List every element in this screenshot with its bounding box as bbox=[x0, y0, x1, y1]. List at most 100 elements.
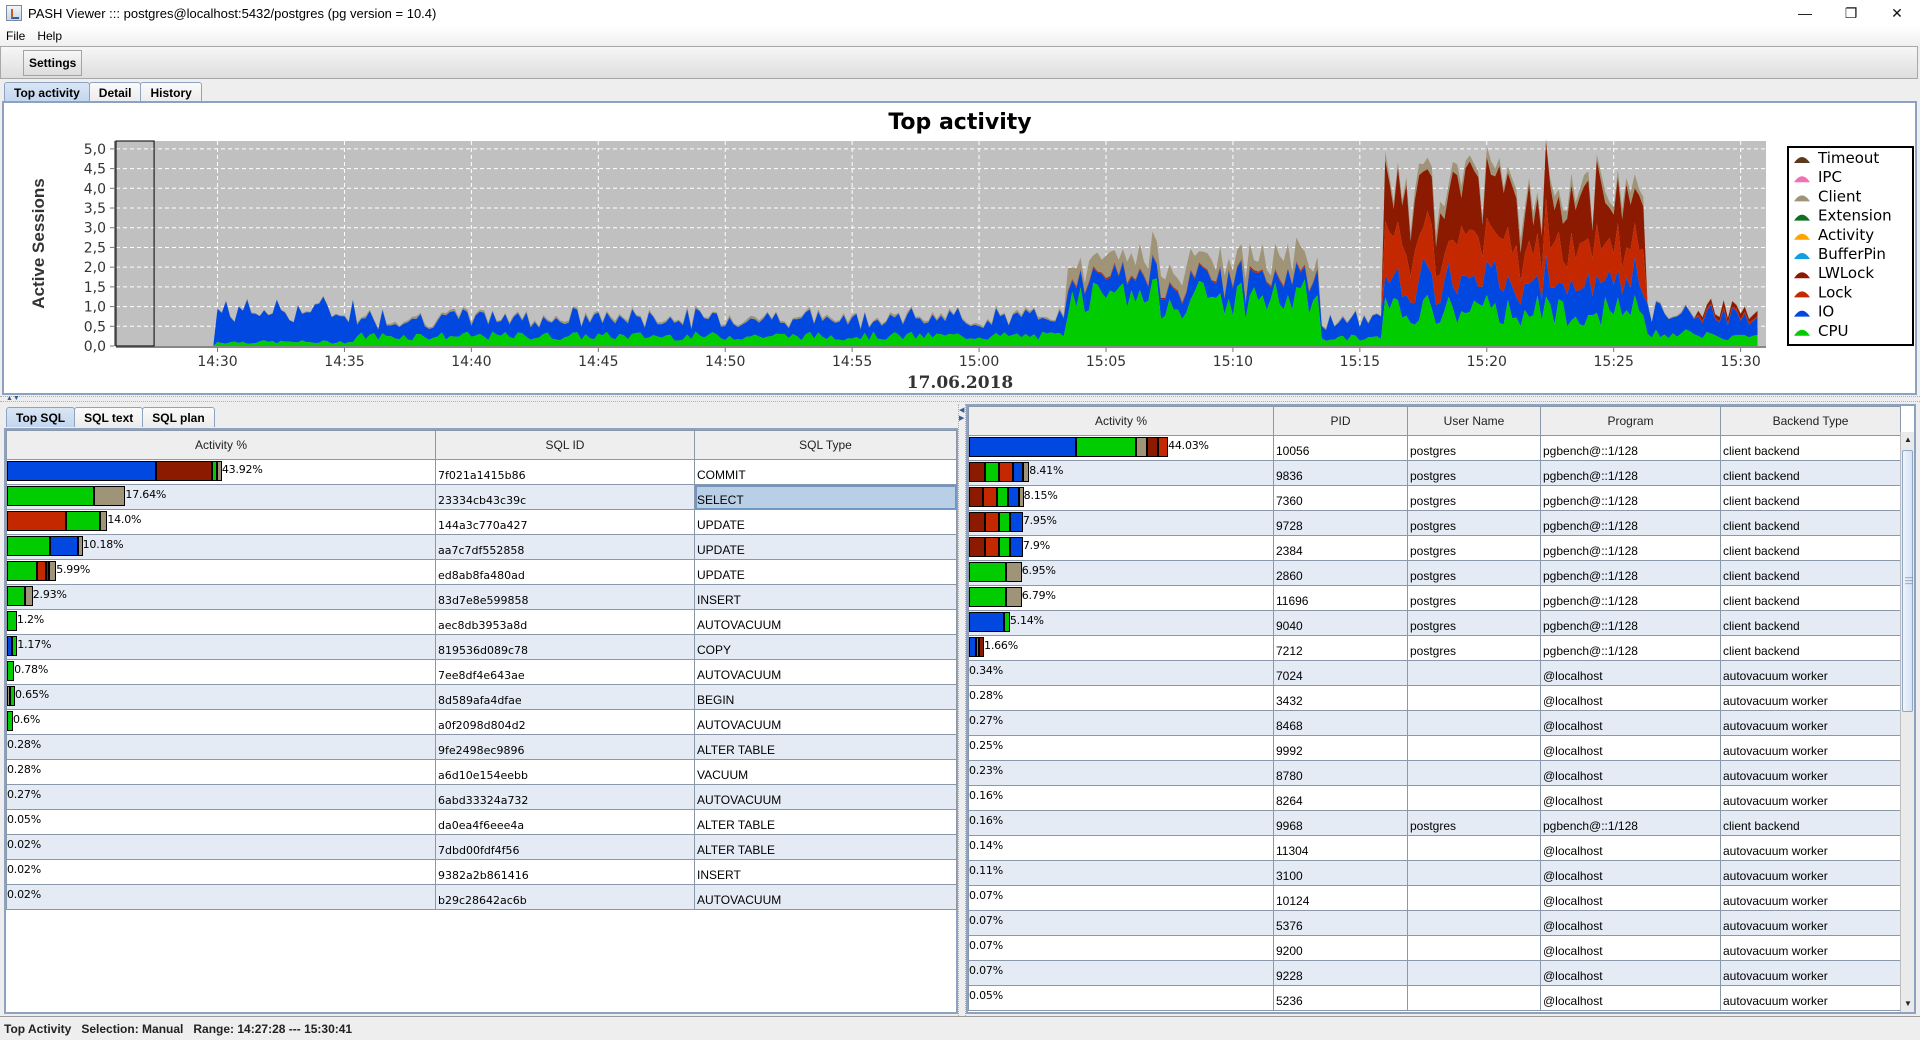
user-name-cell bbox=[1407, 710, 1541, 736]
bar-segment-io bbox=[8, 462, 157, 480]
table-row[interactable]: 0.07% 9200 @localhost autovacuum worker bbox=[968, 935, 1901, 961]
column-header-sql-type[interactable]: SQL Type bbox=[694, 430, 957, 460]
table-row[interactable]: 6.79% 11696 postgres pgbench@::1/128 client … bbox=[968, 585, 1901, 611]
menu-file[interactable]: File bbox=[6, 29, 25, 43]
table-row[interactable]: 5.14% 9040 postgres pgbench@::1/128 client b… bbox=[968, 610, 1901, 636]
table-row[interactable]: 10.18% aa7c7df552858 UPDATE bbox=[6, 534, 957, 560]
table-row[interactable]: 0.02% 9382a2b861416 INSERT bbox=[6, 859, 957, 885]
table-row[interactable]: 0.11% 3100 @localhost autovacuum worker bbox=[968, 860, 1901, 886]
x-tick-label: 14:30 bbox=[197, 354, 237, 370]
scroll-up-icon[interactable]: ▲ bbox=[1901, 432, 1915, 448]
y-axis-label: Active Sessions bbox=[29, 178, 48, 308]
table-row[interactable]: 0.05% 5236 @localhost autovacuum worker bbox=[968, 985, 1901, 1011]
scroll-down-icon[interactable]: ▼ bbox=[1901, 996, 1915, 1012]
pid-cell: 11696 bbox=[1273, 585, 1408, 611]
vsplit-arrows-icon[interactable]: ◀ ▶ bbox=[959, 407, 964, 423]
table-row[interactable]: 43.92% 7f021a1415b86 COMMIT bbox=[6, 459, 957, 485]
tab-sql-plan[interactable]: SQL plan bbox=[142, 407, 215, 427]
legend-label-lock: Lock bbox=[1818, 283, 1853, 301]
maximize-button[interactable]: ❐ bbox=[1828, 0, 1874, 26]
table-row[interactable]: 7.9% 2384 postgres pgbench@::1/128 client ba… bbox=[968, 535, 1901, 561]
table-row[interactable]: 0.16% 9968 postgres pgbench@::1/128 client b… bbox=[968, 810, 1901, 836]
activity-cell: 0.78% bbox=[6, 659, 436, 685]
table-row[interactable]: 8.15% 7360 postgres pgbench@::1/128 client b… bbox=[968, 485, 1901, 511]
menu-help[interactable]: Help bbox=[37, 29, 62, 43]
activity-percent: 0.28% bbox=[969, 689, 1004, 702]
column-header-backend-type[interactable]: Backend Type bbox=[1720, 406, 1901, 436]
table-row[interactable]: 0.23% 8780 @localhost autovacuum worker bbox=[968, 760, 1901, 786]
table-row[interactable]: 0.28% a6d10e154eebb VACUUM bbox=[6, 759, 957, 785]
table-row[interactable]: 6.95% 2860 postgres pgbench@::1/128 client b… bbox=[968, 560, 1901, 586]
tab-history[interactable]: History bbox=[140, 82, 202, 102]
bar-segment-cpu bbox=[1076, 438, 1138, 456]
user-name-cell: postgres bbox=[1407, 485, 1541, 511]
sessions-scrollbar[interactable]: ▲ — — — ▼ bbox=[1900, 432, 1914, 1012]
column-header-pid[interactable]: PID bbox=[1273, 406, 1408, 436]
settings-button[interactable]: Settings bbox=[23, 50, 83, 76]
tab-detail[interactable]: Detail bbox=[88, 82, 142, 102]
table-row[interactable]: 1.2% aec8db3953a8d AUTOVACUUM bbox=[6, 609, 957, 635]
table-row[interactable]: 0.28% 3432 @localhost autovacuum worker bbox=[968, 685, 1901, 711]
table-row[interactable]: 2.93% 83d7e8e599858 INSERT bbox=[6, 584, 957, 610]
table-row[interactable]: 0.16% 8264 @localhost autovacuum worker bbox=[968, 785, 1901, 811]
column-header-user-name[interactable]: User Name bbox=[1407, 406, 1541, 436]
table-row[interactable]: 14.0% 144a3c770a427 UPDATE bbox=[6, 509, 957, 535]
table-row[interactable]: 0.07% 10124 @localhost autovacuum worker bbox=[968, 885, 1901, 911]
table-row[interactable]: 0.07% 5376 @localhost autovacuum worker bbox=[968, 910, 1901, 936]
legend-label-cpu: CPU bbox=[1818, 322, 1849, 340]
activity-percent: 5.99% bbox=[56, 563, 91, 576]
vertical-splitter[interactable] bbox=[958, 404, 966, 1016]
table-row[interactable]: 0.78% 7ee8df4e643ae AUTOVACUUM bbox=[6, 659, 957, 685]
table-row[interactable]: 17.64% 23334cb43c39c SELECT bbox=[6, 484, 957, 510]
splitter-arrows-icon[interactable]: ▲▼ bbox=[6, 395, 20, 402]
activity-percent: 0.02% bbox=[7, 838, 42, 851]
table-row[interactable]: 0.34% 7024 @localhost autovacuum worker bbox=[968, 660, 1901, 686]
top-sessions-table: Activity % PID User Name Program Backend… bbox=[968, 406, 1901, 1011]
table-row[interactable]: 0.07% 9228 @localhost autovacuum worker bbox=[968, 960, 1901, 986]
table-row[interactable]: 44.03% 10056 postgres pgbench@::1/128 client… bbox=[968, 435, 1901, 461]
y-tick-label: 4,5 bbox=[84, 162, 106, 178]
table-row[interactable]: 8.41% 9836 postgres pgbench@::1/128 client b… bbox=[968, 460, 1901, 486]
table-row[interactable]: 7.95% 9728 postgres pgbench@::1/128 client b… bbox=[968, 510, 1901, 536]
sql-id-cell: aa7c7df552858 bbox=[435, 534, 695, 560]
table-row[interactable]: 0.6% a0f2098d804d2 AUTOVACUUM bbox=[6, 709, 957, 735]
table-row[interactable]: 1.66% 7212 postgres pgbench@::1/128 client b… bbox=[968, 635, 1901, 661]
top-activity-chart[interactable]: Top activity 0,0 0,5 1,0 1,5 2,0 2,5 3,0 3,5 4,0 4… bbox=[4, 103, 1915, 393]
legend-label-timeout: Timeout bbox=[1817, 149, 1879, 167]
scroll-thumb[interactable]: — — — bbox=[1902, 450, 1913, 712]
pid-cell: 3432 bbox=[1273, 685, 1408, 711]
sql-type-cell: ALTER TABLE bbox=[694, 834, 957, 860]
horizontal-splitter[interactable] bbox=[0, 396, 1920, 402]
sql-type-cell: SELECT bbox=[694, 484, 957, 510]
table-row[interactable]: 0.02% b29c28642ac6b AUTOVACUUM bbox=[6, 884, 957, 910]
user-name-cell bbox=[1407, 735, 1541, 761]
activity-bar bbox=[969, 637, 985, 657]
minimize-button[interactable]: — bbox=[1782, 0, 1828, 26]
table-row[interactable]: 5.99% ed8ab8fa480ad UPDATE bbox=[6, 559, 957, 585]
table-row[interactable]: 0.02% 7dbd00fdf4f56 ALTER TABLE bbox=[6, 834, 957, 860]
table-row[interactable]: 0.28% 9fe2498ec9896 ALTER TABLE bbox=[6, 734, 957, 760]
close-button[interactable]: ✕ bbox=[1874, 0, 1920, 26]
activity-cell: 6.79% bbox=[968, 585, 1274, 611]
y-tick-label: 1,0 bbox=[84, 300, 106, 316]
tab-top-sql[interactable]: Top SQL bbox=[6, 407, 76, 427]
bar-segment-cpu bbox=[970, 588, 1008, 606]
column-header-activity[interactable]: Activity % bbox=[6, 430, 436, 460]
table-row[interactable]: 0.25% 9992 @localhost autovacuum worker bbox=[968, 735, 1901, 761]
activity-percent: 0.28% bbox=[7, 763, 42, 776]
activity-percent: 0.07% bbox=[969, 939, 1004, 952]
table-row[interactable]: 0.14% 11304 @localhost autovacuum worker bbox=[968, 835, 1901, 861]
column-header-activity[interactable]: Activity % bbox=[968, 406, 1274, 436]
table-row[interactable]: 0.27% 8468 @localhost autovacuum worker bbox=[968, 710, 1901, 736]
table-row[interactable]: 0.27% 6abd33324a732 AUTOVACUUM bbox=[6, 784, 957, 810]
user-name-cell bbox=[1407, 935, 1541, 961]
table-row[interactable]: 1.17% 819536d089c78 COPY bbox=[6, 634, 957, 660]
table-row[interactable]: 0.05% da0ea4f6eee4a ALTER TABLE bbox=[6, 809, 957, 835]
bar-segment-client bbox=[1023, 463, 1029, 481]
tab-sql-text[interactable]: SQL text bbox=[74, 407, 144, 427]
column-header-sql-id[interactable]: SQL ID bbox=[435, 430, 695, 460]
tab-top-activity[interactable]: Top activity bbox=[4, 82, 90, 102]
table-row[interactable]: 0.65% 8d589afa4dfae BEGIN bbox=[6, 684, 957, 710]
column-header-program[interactable]: Program bbox=[1540, 406, 1721, 436]
pid-cell: 8468 bbox=[1273, 710, 1408, 736]
